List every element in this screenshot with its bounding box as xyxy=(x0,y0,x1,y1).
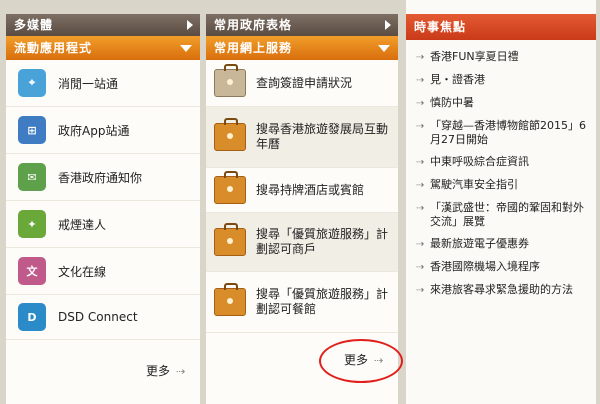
news-item-label: 慎防中暑 xyxy=(430,96,474,109)
highlight-circle xyxy=(319,339,403,383)
news-list: ⇢ 香港FUN享夏日禮 ⇢ 見・證香港 ⇢ 慎防中暑 ⇢ 「穿越—香港博物館節2015」6月2… xyxy=(406,40,596,302)
news-item[interactable]: ⇢ 來港旅客尋求緊急援助的方法 xyxy=(406,279,596,302)
news-item-label: 「漢武盛世：帝國的鞏固和對外交流」展覽 xyxy=(430,201,584,228)
map-app-icon: ⌖ xyxy=(18,69,46,97)
dsd-icon: D xyxy=(18,303,46,331)
app-item[interactable]: ✦ 戒煙達人 xyxy=(6,201,200,248)
news-item[interactable]: ⇢ 香港FUN享夏日禮 xyxy=(406,46,596,69)
app-item[interactable]: ⊞ 政府App站通 xyxy=(6,107,200,154)
chevron-down-icon xyxy=(180,45,192,52)
culture-icon: 文 xyxy=(18,257,46,285)
news-item-label: 駕駛汽車安全指引 xyxy=(430,178,518,191)
bullet-arrow-icon: ⇢ xyxy=(416,285,425,296)
multimedia-header-label: 多媒體 xyxy=(14,18,54,32)
online-services-header[interactable]: 常用網上服務 xyxy=(206,36,398,60)
news-item-label: 香港國際機場入境程序 xyxy=(430,260,540,273)
quit-smoking-icon: ✦ xyxy=(18,210,46,238)
more-arrow-icon: ⇢ xyxy=(176,365,186,378)
service-item-label: 搜尋「優質旅遊服務」計劃認可餐館 xyxy=(256,287,389,316)
bullet-arrow-icon: ⇢ xyxy=(416,157,425,168)
app-item[interactable]: ✉ 香港政府通知你 xyxy=(6,154,200,201)
app-list: ⌖ 消閒一站通 ⊞ 政府App站通 ✉ 香港政府通知你 ✦ 戒煙達人文文化在線 D DSD Con… xyxy=(6,60,200,340)
app-item[interactable]: ⌖ 消閒一站通 xyxy=(6,60,200,107)
mobile-apps-header[interactable]: 流動應用程式 xyxy=(6,36,200,60)
app-item-label: DSD Connect xyxy=(58,310,138,324)
news-item[interactable]: ⇢ 「漢武盛世：帝國的鞏固和對外交流」展覽 xyxy=(406,197,596,233)
app-item-label: 政府App站通 xyxy=(58,123,130,138)
bullet-arrow-icon: ⇢ xyxy=(416,239,425,250)
mobile-apps-header-label: 流動應用程式 xyxy=(14,41,93,55)
bullet-arrow-icon: ⇢ xyxy=(416,203,425,214)
more-apps-link[interactable]: 更多 ⇢ xyxy=(146,362,185,379)
service-item-label: 查詢簽證申請狀況 xyxy=(256,75,353,90)
visa-stamp-icon xyxy=(214,64,246,97)
multimedia-header[interactable]: 多媒體 xyxy=(6,0,200,36)
news-item-label: 最新旅遊電子優惠券 xyxy=(430,237,529,250)
app-item[interactable]: D DSD Connect xyxy=(6,295,200,340)
service-item[interactable]: 搜尋「優質旅遊服務」計劃認可餐館 xyxy=(206,272,398,333)
gov-forms-header-label: 常用政府表格 xyxy=(214,18,293,32)
news-item[interactable]: ⇢ 最新旅遊電子優惠券 xyxy=(406,233,596,256)
bullet-arrow-icon: ⇢ xyxy=(416,121,425,132)
news-item-label: 香港FUN享夏日禮 xyxy=(430,50,519,63)
gov-app-icon: ⊞ xyxy=(18,116,46,144)
news-item[interactable]: ⇢ 「穿越—香港博物館節2015」6月27日開始 xyxy=(406,115,596,151)
briefcase-icon xyxy=(214,118,246,151)
news-item[interactable]: ⇢ 駕駛汽車安全指引 xyxy=(406,174,596,197)
more-apps-label: 更多 xyxy=(146,364,171,378)
chevron-right-icon xyxy=(187,20,193,30)
news-item[interactable]: ⇢ 香港國際機場入境程序 xyxy=(406,256,596,279)
news-item-label: 來港旅客尋求緊急援助的方法 xyxy=(430,283,573,296)
app-item-label: 香港政府通知你 xyxy=(58,170,143,185)
bullet-arrow-icon: ⇢ xyxy=(416,98,425,109)
service-item[interactable]: 查詢簽證申請狀況 xyxy=(206,60,398,107)
service-item[interactable]: 搜尋香港旅遊發展局互動年曆 xyxy=(206,107,398,168)
service-item[interactable]: 搜尋「優質旅遊服務」計劃認可商戶 xyxy=(206,213,398,272)
news-header: 時事焦點 xyxy=(406,14,596,40)
gov-notify-icon: ✉ xyxy=(18,163,46,191)
news-item-label: 中東呼吸綜合症資訊 xyxy=(430,155,529,168)
briefcase-icon xyxy=(214,223,246,256)
service-item-label: 搜尋香港旅遊發展局互動年曆 xyxy=(256,122,389,151)
chevron-right-icon xyxy=(385,20,391,30)
chevron-down-icon xyxy=(378,45,390,52)
app-item-label: 文化在線 xyxy=(58,264,107,279)
briefcase-icon xyxy=(214,171,246,204)
app-item-label: 消閒一站通 xyxy=(58,76,119,91)
news-item-label: 「穿越—香港博物館節2015」6月27日開始 xyxy=(430,119,586,146)
online-services-header-label: 常用網上服務 xyxy=(214,41,293,55)
news-column: 時事焦點 ⇢ 香港FUN享夏日禮 ⇢ 見・證香港 ⇢ 慎防中暑 ⇢ 「穿越—香港博物館節201… xyxy=(406,0,596,404)
bullet-arrow-icon: ⇢ xyxy=(416,52,425,63)
service-item[interactable]: 搜尋持牌酒店或賓館 xyxy=(206,168,398,213)
news-item[interactable]: ⇢ 見・證香港 xyxy=(406,69,596,92)
service-list: 查詢簽證申請狀況搜尋香港旅遊發展局互動年曆搜尋持牌酒店或賓館搜尋「優質旅遊服務」… xyxy=(206,60,398,333)
gov-forms-header[interactable]: 常用政府表格 xyxy=(206,0,398,36)
app-item-label: 戒煙達人 xyxy=(58,217,107,232)
news-item[interactable]: ⇢ 中東呼吸綜合症資訊 xyxy=(406,151,596,174)
app-item[interactable]: 文文化在線 xyxy=(6,248,200,295)
news-item-label: 見・證香港 xyxy=(430,73,485,86)
bullet-arrow-icon: ⇢ xyxy=(416,180,425,191)
bullet-arrow-icon: ⇢ xyxy=(416,75,425,86)
service-item-label: 搜尋持牌酒店或賓館 xyxy=(256,182,365,197)
news-header-label: 時事焦點 xyxy=(414,20,467,34)
service-item-label: 搜尋「優質旅遊服務」計劃認可商戶 xyxy=(256,227,389,256)
bullet-arrow-icon: ⇢ xyxy=(416,262,425,273)
multimedia-column: 多媒體 流動應用程式 ⌖ 消閒一站通 ⊞ 政府App站通 ✉ 香港政府通知你 ✦ 戒煙達人文文… xyxy=(6,0,200,404)
briefcase-icon xyxy=(214,283,246,316)
news-item[interactable]: ⇢ 慎防中暑 xyxy=(406,92,596,115)
